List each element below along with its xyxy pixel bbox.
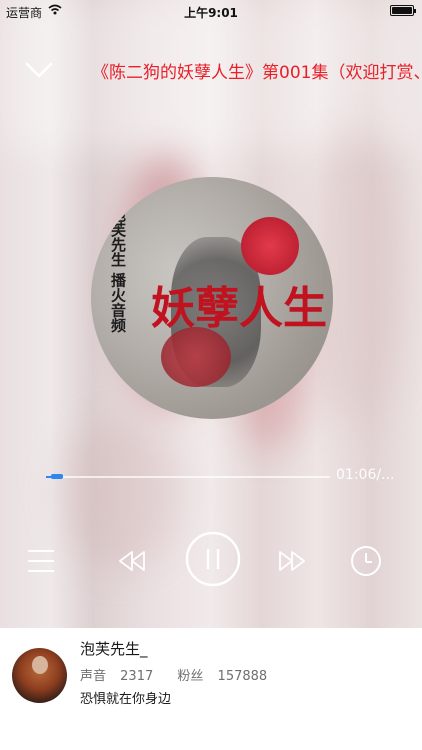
collapse-button[interactable] [22, 56, 56, 84]
playback-time: 01:06/... [336, 467, 395, 483]
play-pause-button[interactable] [185, 531, 241, 587]
avatar[interactable] [12, 648, 67, 703]
fans-label: 粉丝 [177, 669, 204, 684]
pause-icon [185, 531, 241, 587]
track-title: 《陈二狗的妖孽人生》第001集（欢迎打赏、 [92, 63, 422, 83]
player-screen: 运营商 上午9:01 《陈二狗的妖孽人生》第001集（欢迎打赏、 泡芙先生 播火… [0, 0, 422, 628]
next-button[interactable] [276, 548, 308, 574]
progress-handle[interactable] [51, 474, 63, 479]
progress-slider[interactable] [46, 476, 330, 478]
rewind-icon [119, 551, 145, 571]
cover-title-text: 妖孽人生 [151, 283, 327, 334]
chevron-down-icon [25, 62, 53, 78]
fans-count-value: 157888 [217, 669, 268, 684]
clock-icon [351, 546, 381, 576]
voice-label: 声音 [80, 669, 107, 684]
previous-button[interactable] [116, 548, 148, 574]
fans-count: 粉丝 157888 [177, 669, 277, 684]
author-bio: 恐惧就在你身边 [80, 692, 172, 707]
status-bar: 运营商 上午9:01 [0, 0, 422, 22]
cover-side-text: 泡芙先生 播火音频 [109, 207, 127, 333]
battery-icon [390, 5, 416, 16]
author-stats: 声音 2317 粉丝 157888 [80, 665, 287, 684]
voice-count: 声音 2317 [80, 669, 163, 684]
album-cover: 泡芙先生 播火音频 妖孽人生 [91, 177, 333, 419]
author-card[interactable]: 泡芙先生_ 声音 2317 粉丝 157888 恐惧就在你身边 [0, 628, 422, 750]
status-time: 上午9:01 [184, 6, 238, 20]
menu-icon [28, 550, 54, 572]
track-title-marquee: 《陈二狗的妖孽人生》第001集（欢迎打赏、 [92, 60, 422, 86]
voice-count-value: 2317 [120, 669, 154, 684]
fast-forward-icon [279, 551, 305, 571]
playlist-button[interactable] [26, 548, 56, 574]
sleep-timer-button[interactable] [350, 545, 382, 577]
author-name[interactable]: 泡芙先生_ [80, 638, 148, 659]
